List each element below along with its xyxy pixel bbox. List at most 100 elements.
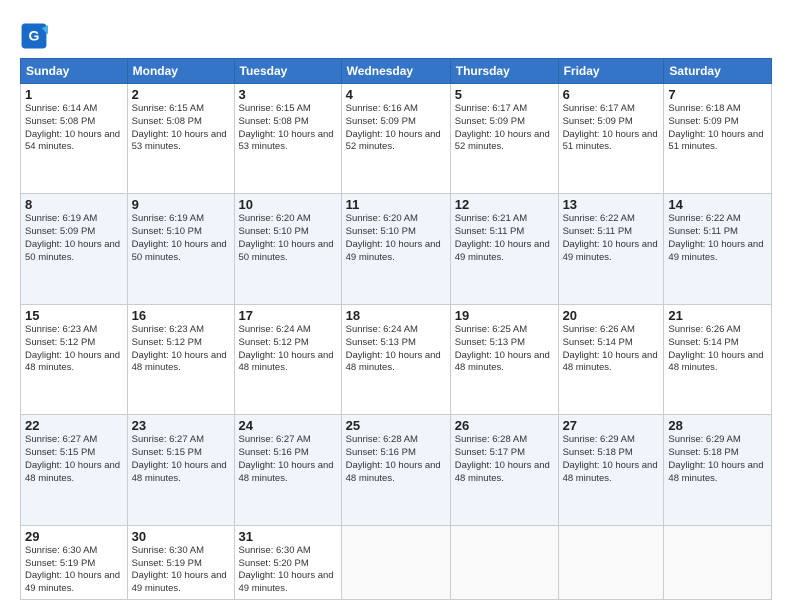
calendar-cell: 27 Sunrise: 6:29 AM Sunset: 5:18 PM Dayl… (558, 415, 664, 525)
day-number: 18 (346, 308, 446, 323)
day-info: Sunrise: 6:22 AM Sunset: 5:11 PM Dayligh… (563, 213, 660, 264)
day-number: 15 (25, 308, 123, 323)
calendar-cell: 31 Sunrise: 6:30 AM Sunset: 5:20 PM Dayl… (234, 525, 341, 599)
day-number: 2 (132, 87, 230, 102)
calendar-cell: 26 Sunrise: 6:28 AM Sunset: 5:17 PM Dayl… (450, 415, 558, 525)
day-number: 13 (563, 197, 660, 212)
day-info: Sunrise: 6:19 AM Sunset: 5:09 PM Dayligh… (25, 213, 123, 264)
day-number: 22 (25, 418, 123, 433)
calendar-header: SundayMondayTuesdayWednesdayThursdayFrid… (21, 59, 772, 84)
day-info: Sunrise: 6:30 AM Sunset: 5:19 PM Dayligh… (25, 545, 123, 596)
day-info: Sunrise: 6:28 AM Sunset: 5:16 PM Dayligh… (346, 434, 446, 485)
calendar-cell: 6 Sunrise: 6:17 AM Sunset: 5:09 PM Dayli… (558, 84, 664, 194)
day-number: 12 (455, 197, 554, 212)
day-info: Sunrise: 6:29 AM Sunset: 5:18 PM Dayligh… (563, 434, 660, 485)
calendar-cell: 18 Sunrise: 6:24 AM Sunset: 5:13 PM Dayl… (341, 304, 450, 414)
day-info: Sunrise: 6:27 AM Sunset: 5:16 PM Dayligh… (239, 434, 337, 485)
day-info: Sunrise: 6:24 AM Sunset: 5:12 PM Dayligh… (239, 324, 337, 375)
weekday-header-saturday: Saturday (664, 59, 772, 84)
calendar-week-1: 1 Sunrise: 6:14 AM Sunset: 5:08 PM Dayli… (21, 84, 772, 194)
calendar-page: G SundayMondayTuesdayWednesdayThursdayFr… (0, 0, 792, 612)
calendar-cell: 5 Sunrise: 6:17 AM Sunset: 5:09 PM Dayli… (450, 84, 558, 194)
calendar-cell: 9 Sunrise: 6:19 AM Sunset: 5:10 PM Dayli… (127, 194, 234, 304)
day-info: Sunrise: 6:23 AM Sunset: 5:12 PM Dayligh… (132, 324, 230, 375)
calendar-cell: 1 Sunrise: 6:14 AM Sunset: 5:08 PM Dayli… (21, 84, 128, 194)
calendar-table: SundayMondayTuesdayWednesdayThursdayFrid… (20, 58, 772, 600)
header: G (20, 18, 772, 50)
calendar-week-4: 22 Sunrise: 6:27 AM Sunset: 5:15 PM Dayl… (21, 415, 772, 525)
calendar-cell: 17 Sunrise: 6:24 AM Sunset: 5:12 PM Dayl… (234, 304, 341, 414)
day-info: Sunrise: 6:21 AM Sunset: 5:11 PM Dayligh… (455, 213, 554, 264)
day-number: 3 (239, 87, 337, 102)
day-number: 8 (25, 197, 123, 212)
weekday-header-row: SundayMondayTuesdayWednesdayThursdayFrid… (21, 59, 772, 84)
calendar-cell: 21 Sunrise: 6:26 AM Sunset: 5:14 PM Dayl… (664, 304, 772, 414)
calendar-cell (341, 525, 450, 599)
calendar-week-2: 8 Sunrise: 6:19 AM Sunset: 5:09 PM Dayli… (21, 194, 772, 304)
calendar-cell: 28 Sunrise: 6:29 AM Sunset: 5:18 PM Dayl… (664, 415, 772, 525)
calendar-cell (664, 525, 772, 599)
calendar-cell: 16 Sunrise: 6:23 AM Sunset: 5:12 PM Dayl… (127, 304, 234, 414)
calendar-cell: 10 Sunrise: 6:20 AM Sunset: 5:10 PM Dayl… (234, 194, 341, 304)
day-number: 6 (563, 87, 660, 102)
day-info: Sunrise: 6:23 AM Sunset: 5:12 PM Dayligh… (25, 324, 123, 375)
calendar-body: 1 Sunrise: 6:14 AM Sunset: 5:08 PM Dayli… (21, 84, 772, 600)
calendar-cell: 30 Sunrise: 6:30 AM Sunset: 5:19 PM Dayl… (127, 525, 234, 599)
day-info: Sunrise: 6:24 AM Sunset: 5:13 PM Dayligh… (346, 324, 446, 375)
day-info: Sunrise: 6:29 AM Sunset: 5:18 PM Dayligh… (668, 434, 767, 485)
calendar-cell (450, 525, 558, 599)
day-number: 9 (132, 197, 230, 212)
day-info: Sunrise: 6:15 AM Sunset: 5:08 PM Dayligh… (239, 103, 337, 154)
day-number: 19 (455, 308, 554, 323)
calendar-cell: 4 Sunrise: 6:16 AM Sunset: 5:09 PM Dayli… (341, 84, 450, 194)
day-info: Sunrise: 6:17 AM Sunset: 5:09 PM Dayligh… (563, 103, 660, 154)
calendar-cell: 7 Sunrise: 6:18 AM Sunset: 5:09 PM Dayli… (664, 84, 772, 194)
calendar-cell: 12 Sunrise: 6:21 AM Sunset: 5:11 PM Dayl… (450, 194, 558, 304)
day-number: 28 (668, 418, 767, 433)
day-number: 25 (346, 418, 446, 433)
weekday-header-tuesday: Tuesday (234, 59, 341, 84)
day-number: 14 (668, 197, 767, 212)
day-info: Sunrise: 6:16 AM Sunset: 5:09 PM Dayligh… (346, 103, 446, 154)
day-number: 17 (239, 308, 337, 323)
day-number: 20 (563, 308, 660, 323)
day-info: Sunrise: 6:25 AM Sunset: 5:13 PM Dayligh… (455, 324, 554, 375)
day-number: 11 (346, 197, 446, 212)
day-info: Sunrise: 6:20 AM Sunset: 5:10 PM Dayligh… (346, 213, 446, 264)
calendar-cell: 20 Sunrise: 6:26 AM Sunset: 5:14 PM Dayl… (558, 304, 664, 414)
calendar-cell: 13 Sunrise: 6:22 AM Sunset: 5:11 PM Dayl… (558, 194, 664, 304)
logo: G (20, 22, 50, 50)
day-info: Sunrise: 6:22 AM Sunset: 5:11 PM Dayligh… (668, 213, 767, 264)
day-info: Sunrise: 6:17 AM Sunset: 5:09 PM Dayligh… (455, 103, 554, 154)
weekday-header-monday: Monday (127, 59, 234, 84)
calendar-cell: 15 Sunrise: 6:23 AM Sunset: 5:12 PM Dayl… (21, 304, 128, 414)
calendar-cell: 19 Sunrise: 6:25 AM Sunset: 5:13 PM Dayl… (450, 304, 558, 414)
calendar-cell: 2 Sunrise: 6:15 AM Sunset: 5:08 PM Dayli… (127, 84, 234, 194)
day-info: Sunrise: 6:20 AM Sunset: 5:10 PM Dayligh… (239, 213, 337, 264)
day-number: 7 (668, 87, 767, 102)
day-number: 4 (346, 87, 446, 102)
day-info: Sunrise: 6:26 AM Sunset: 5:14 PM Dayligh… (563, 324, 660, 375)
day-info: Sunrise: 6:15 AM Sunset: 5:08 PM Dayligh… (132, 103, 230, 154)
day-number: 29 (25, 529, 123, 544)
day-info: Sunrise: 6:27 AM Sunset: 5:15 PM Dayligh… (25, 434, 123, 485)
day-number: 24 (239, 418, 337, 433)
day-number: 10 (239, 197, 337, 212)
calendar-cell: 11 Sunrise: 6:20 AM Sunset: 5:10 PM Dayl… (341, 194, 450, 304)
calendar-cell: 8 Sunrise: 6:19 AM Sunset: 5:09 PM Dayli… (21, 194, 128, 304)
day-info: Sunrise: 6:28 AM Sunset: 5:17 PM Dayligh… (455, 434, 554, 485)
calendar-cell: 3 Sunrise: 6:15 AM Sunset: 5:08 PM Dayli… (234, 84, 341, 194)
calendar-week-5: 29 Sunrise: 6:30 AM Sunset: 5:19 PM Dayl… (21, 525, 772, 599)
calendar-cell: 22 Sunrise: 6:27 AM Sunset: 5:15 PM Dayl… (21, 415, 128, 525)
svg-text:G: G (29, 28, 40, 44)
weekday-header-thursday: Thursday (450, 59, 558, 84)
day-info: Sunrise: 6:19 AM Sunset: 5:10 PM Dayligh… (132, 213, 230, 264)
day-info: Sunrise: 6:30 AM Sunset: 5:19 PM Dayligh… (132, 545, 230, 596)
weekday-header-sunday: Sunday (21, 59, 128, 84)
calendar-cell: 23 Sunrise: 6:27 AM Sunset: 5:15 PM Dayl… (127, 415, 234, 525)
day-number: 5 (455, 87, 554, 102)
calendar-week-3: 15 Sunrise: 6:23 AM Sunset: 5:12 PM Dayl… (21, 304, 772, 414)
calendar-cell: 25 Sunrise: 6:28 AM Sunset: 5:16 PM Dayl… (341, 415, 450, 525)
day-number: 21 (668, 308, 767, 323)
weekday-header-wednesday: Wednesday (341, 59, 450, 84)
